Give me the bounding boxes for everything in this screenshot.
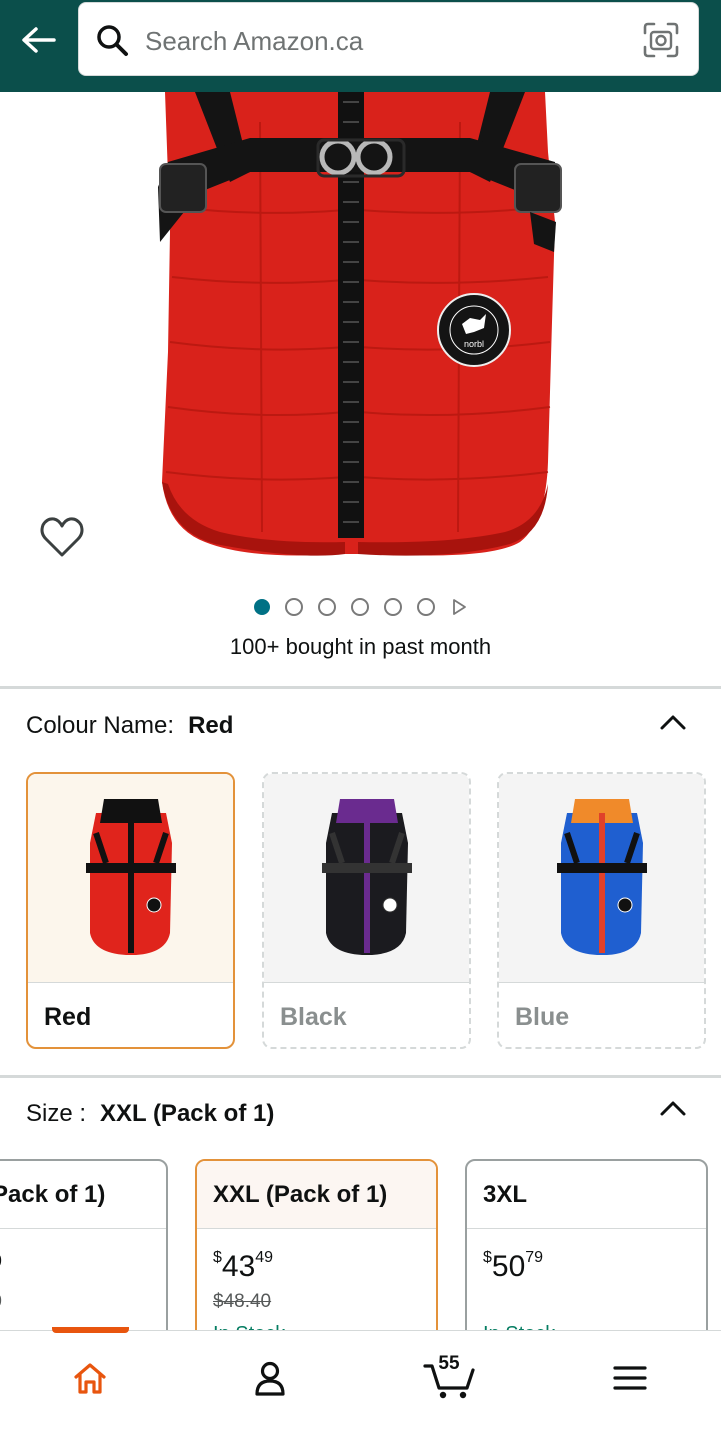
nav-home[interactable] bbox=[60, 1353, 120, 1403]
back-button[interactable] bbox=[16, 20, 60, 60]
size-option-xxl[interactable]: XXL (Pack of 1) $4349 $48.40 In Stock bbox=[195, 1159, 438, 1359]
camera-lens-icon[interactable] bbox=[642, 21, 680, 59]
hamburger-menu-icon bbox=[613, 1366, 647, 1390]
colour-thumbnail-black bbox=[264, 774, 469, 982]
nav-menu[interactable] bbox=[600, 1353, 660, 1403]
back-arrow-icon bbox=[22, 27, 56, 53]
search-bar[interactable] bbox=[78, 2, 699, 76]
carousel-dot-5[interactable] bbox=[383, 598, 402, 616]
collapse-size-chevron-icon[interactable] bbox=[659, 1098, 687, 1118]
video-play-icon[interactable] bbox=[450, 598, 468, 616]
colour-thumbnail-blue bbox=[499, 774, 704, 982]
carousel-dot-6[interactable] bbox=[416, 598, 435, 616]
nav-cart[interactable]: 55 bbox=[420, 1353, 480, 1403]
carousel-dot-4[interactable] bbox=[350, 598, 369, 616]
size-option-label: 3XL bbox=[467, 1161, 706, 1229]
size-label: Size : bbox=[26, 1100, 87, 1127]
carousel-dot-3[interactable] bbox=[317, 598, 336, 616]
section-divider bbox=[0, 686, 721, 689]
top-bar bbox=[0, 0, 721, 92]
colour-selector-heading: Colour Name: Red bbox=[26, 712, 233, 740]
patch-logo-text: norbl bbox=[464, 339, 484, 349]
search-icon bbox=[97, 25, 128, 56]
colour-option-label: Red bbox=[28, 982, 233, 1047]
colour-option-black[interactable]: Black bbox=[262, 772, 471, 1049]
size-option-price: 9 bbox=[0, 1251, 2, 1272]
dog-coat-image: norbl bbox=[158, 92, 562, 556]
nav-account[interactable] bbox=[240, 1353, 300, 1403]
collapse-colour-chevron-icon[interactable] bbox=[659, 712, 687, 732]
colour-thumbnail-red bbox=[28, 774, 233, 982]
carousel-dot-1[interactable] bbox=[253, 599, 270, 615]
carousel-dot-2[interactable] bbox=[284, 598, 303, 616]
active-tab-indicator bbox=[52, 1327, 129, 1333]
colour-option-blue[interactable]: Blue bbox=[497, 772, 706, 1049]
size-option-old-price: 9 bbox=[0, 1291, 2, 1312]
bottom-navigation: 55 bbox=[0, 1327, 721, 1440]
add-to-wishlist-button[interactable] bbox=[38, 515, 86, 559]
size-option-label: Pack of 1) bbox=[0, 1161, 166, 1229]
colour-option-label: Black bbox=[264, 982, 469, 1047]
bought-in-past-month: 100+ bought in past month bbox=[229, 634, 492, 659]
colour-label: Colour Name: bbox=[26, 712, 175, 739]
image-carousel-dots bbox=[0, 598, 721, 616]
product-image[interactable]: norbl bbox=[0, 92, 721, 582]
size-option-price: $5079 bbox=[483, 1249, 544, 1283]
colour-value: Red bbox=[188, 712, 234, 739]
colour-option-label: Blue bbox=[499, 982, 704, 1047]
size-option-price: $4349 bbox=[213, 1249, 274, 1283]
search-input[interactable] bbox=[145, 21, 625, 61]
size-value: XXL (Pack of 1) bbox=[100, 1100, 275, 1127]
colour-option-red[interactable]: Red bbox=[26, 772, 235, 1049]
cart-count-badge: 55 bbox=[438, 1353, 460, 1374]
home-icon bbox=[74, 1363, 106, 1394]
section-divider bbox=[0, 1075, 721, 1078]
heart-icon bbox=[40, 517, 84, 557]
size-selector-heading: Size : XXL (Pack of 1) bbox=[26, 1100, 274, 1128]
user-icon bbox=[255, 1361, 285, 1396]
size-option-3xl[interactable]: 3XL $5079 In Stock bbox=[465, 1159, 708, 1359]
size-option-label: XXL (Pack of 1) bbox=[197, 1161, 436, 1229]
size-option-old-price: $48.40 bbox=[213, 1291, 272, 1312]
